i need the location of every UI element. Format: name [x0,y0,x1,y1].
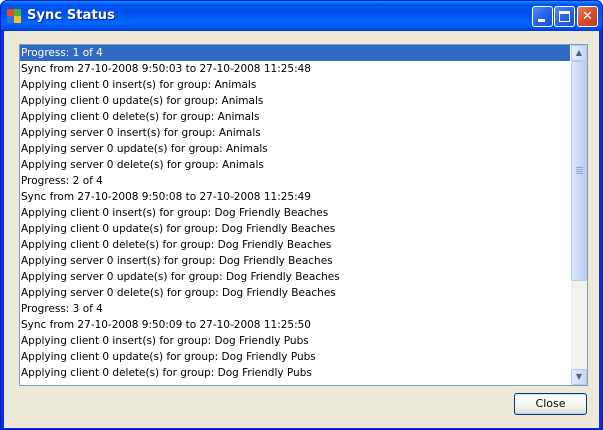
log-line[interactable]: Applying client 0 insert(s) for group: D… [20,333,570,349]
minimize-icon [538,19,545,22]
scroll-up-button[interactable]: ▲ [571,45,587,61]
log-line[interactable]: Sync from 27-10-2008 9:50:09 to 27-10-20… [20,317,570,333]
log-line[interactable]: Applying server 0 update(s) for group: A… [20,141,570,157]
grip-line [576,171,583,172]
minimize-button[interactable] [532,6,553,27]
grip-line [576,173,583,174]
maximize-button[interactable] [554,6,575,27]
log-line[interactable]: Progress: 3 of 4 [20,301,570,317]
sync-log-listbox[interactable]: Progress: 1 of 4 Sync from 27-10-2008 9:5… [19,44,588,386]
log-line[interactable]: Applying server 0 insert(s) for group: D… [20,253,570,269]
chevron-up-icon: ▲ [575,48,583,57]
log-line[interactable]: Sync from 27-10-2008 9:50:03 to 27-10-20… [20,61,570,77]
dialog-body: Progress: 1 of 4 Sync from 27-10-2008 9:5… [4,31,599,428]
log-line[interactable]: Applying client 0 insert(s) for group: D… [20,205,570,221]
log-line[interactable]: Applying server 0 delete(s) for group: D… [20,285,570,301]
log-line[interactable]: Progress: 2 of 4 [20,173,570,189]
log-line[interactable]: Applying client 0 insert(s) for group: A… [20,77,570,93]
log-line[interactable]: Applying client 0 delete(s) for group: D… [20,237,570,253]
log-line[interactable]: Applying server 0 delete(s) for group: A… [20,157,570,173]
close-icon: ✕ [582,9,593,24]
sync-status-window: Sync Status ✕ Progress: 1 of 4 Sync from … [0,0,603,430]
title-bar[interactable]: Sync Status ✕ [1,1,602,31]
grip-line [576,169,583,170]
scroll-down-button[interactable]: ▼ [571,369,587,385]
log-line[interactable]: Applying client 0 update(s) for group: D… [20,349,570,365]
log-line[interactable]: Applying client 0 update(s) for group: D… [20,221,570,237]
log-line[interactable]: Applying client 0 update(s) for group: A… [20,93,570,109]
log-line[interactable]: Sync from 27-10-2008 9:50:08 to 27-10-20… [20,189,570,205]
log-line[interactable]: Progress: 1 of 4 [20,45,570,61]
maximize-icon [559,11,570,22]
grip-line [576,167,583,168]
scrollbar-thumb[interactable] [571,61,587,281]
log-line[interactable]: Applying server 0 insert(s) for group: A… [20,125,570,141]
close-window-button[interactable]: ✕ [577,6,598,27]
chevron-down-icon: ▼ [575,372,583,381]
log-line[interactable]: Applying client 0 delete(s) for group: D… [20,365,570,381]
log-line[interactable]: Applying server 0 update(s) for group: D… [20,269,570,285]
sync-log-lines: Progress: 1 of 4 Sync from 27-10-2008 9:5… [20,45,570,381]
vertical-scrollbar[interactable]: ▲ ▼ [571,45,587,385]
window-title: Sync Status [27,8,115,23]
close-button[interactable]: Close [514,393,587,415]
app-window-icon [7,9,21,23]
log-line[interactable]: Applying client 0 delete(s) for group: A… [20,109,570,125]
